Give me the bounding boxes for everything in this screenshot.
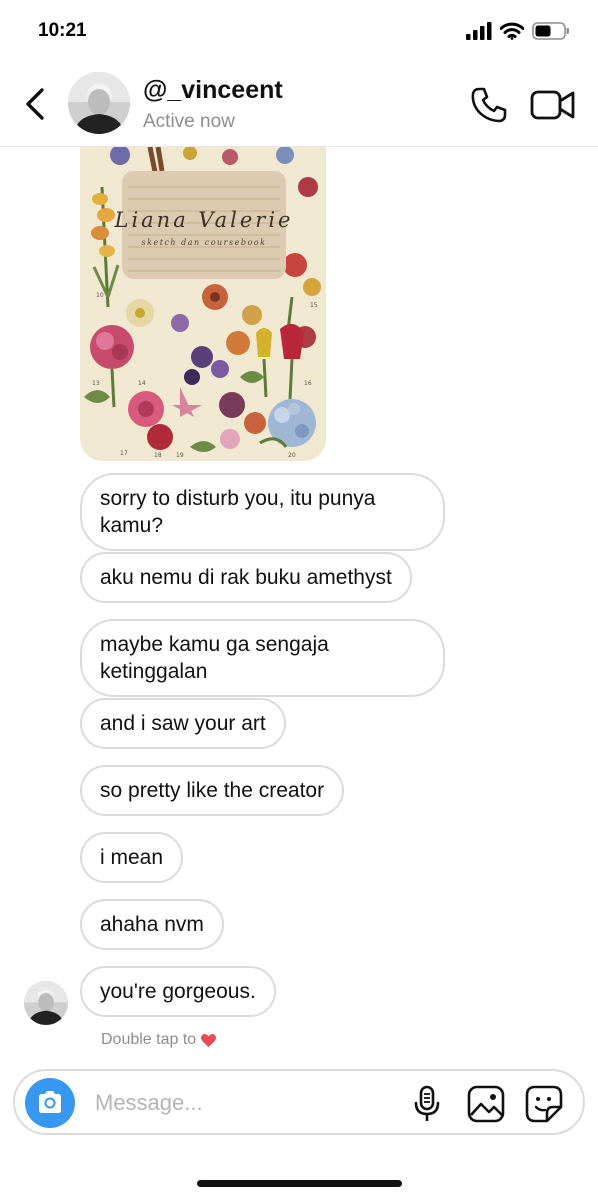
message-text: you're gorgeous. (100, 980, 256, 1003)
svg-text:14: 14 (138, 380, 146, 387)
video-camera-icon[interactable] (530, 88, 576, 122)
contact-username[interactable]: @_vinceent (143, 76, 283, 105)
message-text: aku nemu di rak buku amethyst (100, 566, 392, 589)
artwork-title: Liana Valerie (114, 208, 294, 232)
message-bubble[interactable]: ahaha nvm (80, 899, 224, 950)
message-text: i mean (100, 846, 164, 869)
svg-text:17: 17 (120, 450, 128, 457)
battery-icon (532, 22, 569, 40)
active-status: Active now (143, 111, 235, 132)
camera-button[interactable] (25, 1078, 75, 1128)
artwork-subtitle: sketch dan coursebook (142, 238, 267, 247)
message-bubble[interactable]: i mean (80, 832, 184, 883)
status-icons (466, 22, 570, 40)
sender-avatar[interactable] (24, 981, 68, 1025)
gallery-icon[interactable] (467, 1085, 505, 1123)
message-text: sorry to disturb you, itu punya kamu? (100, 487, 376, 537)
svg-text:15: 15 (310, 302, 318, 309)
message-bubble[interactable]: so pretty like the creator (80, 765, 345, 816)
svg-text:10: 10 (96, 292, 104, 299)
message-bubble[interactable]: you're gorgeous. (80, 966, 276, 1017)
message-input[interactable] (95, 1085, 395, 1121)
svg-text:19: 19 (176, 452, 184, 459)
phone-icon[interactable] (470, 86, 508, 124)
message-composer (13, 1069, 585, 1135)
message-bubble[interactable]: maybe kamu ga sengaja ketinggalan (80, 619, 445, 697)
message-bubble[interactable]: and i saw your art (80, 698, 286, 749)
camera-icon (39, 1091, 61, 1113)
message-text: and i saw your art (100, 712, 266, 735)
double-tap-hint: Double tap to (101, 1031, 217, 1049)
message-text: so pretty like the creator (100, 779, 325, 802)
wifi-icon (500, 22, 524, 40)
shared-image[interactable]: Liana Valerie sketch dan coursebook 10 1… (80, 147, 326, 461)
heart-icon (201, 1033, 217, 1047)
message-text: ahaha nvm (100, 913, 204, 936)
message-text: maybe kamu ga sengaja ketinggalan (100, 633, 329, 683)
sticker-icon[interactable] (525, 1085, 563, 1123)
svg-text:13: 13 (92, 380, 100, 387)
status-bar: 10:21 (0, 0, 598, 62)
back-chevron-icon[interactable] (22, 84, 50, 124)
signal-icon (466, 22, 492, 40)
home-indicator[interactable] (197, 1180, 402, 1187)
microphone-icon[interactable] (412, 1085, 442, 1123)
svg-text:16: 16 (304, 380, 312, 387)
message-bubble[interactable]: sorry to disturb you, itu punya kamu? (80, 473, 445, 551)
svg-text:20: 20 (288, 452, 296, 459)
hint-text: Double tap to (101, 1031, 197, 1048)
contact-avatar[interactable] (68, 72, 130, 134)
svg-text:18: 18 (154, 452, 162, 459)
chat-header: @_vinceent Active now (0, 62, 598, 147)
status-time: 10:21 (38, 20, 87, 41)
message-bubble[interactable]: aku nemu di rak buku amethyst (80, 552, 412, 603)
